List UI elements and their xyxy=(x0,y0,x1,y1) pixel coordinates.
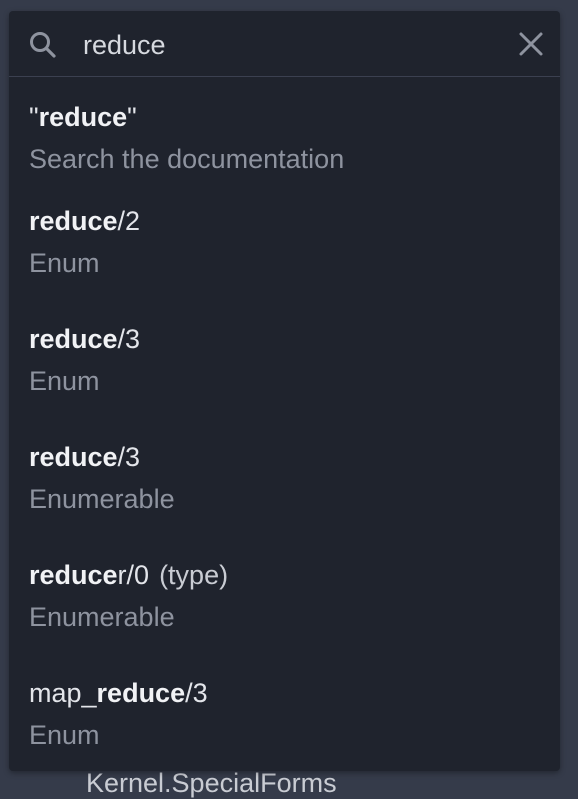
search-icon xyxy=(30,32,56,58)
result-match: reduce xyxy=(96,678,186,708)
result-subtitle: Search the documentation xyxy=(29,144,345,174)
result-title: reducer/0 (type) xyxy=(29,560,229,590)
result-subtitle: Enum xyxy=(29,366,100,396)
result-title: reduce/3 xyxy=(29,442,141,472)
result-subtitle: Enumerable xyxy=(29,484,175,514)
result-match: reduce xyxy=(29,560,118,590)
search-result-item[interactable]: map_reduce/3 Enum xyxy=(9,653,560,771)
result-subtitle: Enumerable xyxy=(29,602,175,632)
background-module-name: Kernel.SpecialForms xyxy=(86,768,337,798)
search-result-item[interactable]: reducer/0 (type) Enumerable xyxy=(9,535,560,653)
result-type-tag: (type) xyxy=(159,560,229,590)
close-icon[interactable] xyxy=(518,31,544,57)
result-title: reduce/2 xyxy=(29,206,141,236)
search-result-item[interactable]: reduce/2 Enum xyxy=(9,181,560,299)
result-subtitle: Enum xyxy=(29,248,100,278)
result-subtitle: Enum xyxy=(29,720,100,750)
result-title: "reduce" xyxy=(29,102,137,132)
search-results-list: "reduce" Search the documentation reduce… xyxy=(9,77,560,771)
search-result-item[interactable]: reduce/3 Enumerable xyxy=(9,417,560,535)
result-match: reduce xyxy=(38,102,128,132)
result-match: reduce xyxy=(29,206,118,236)
result-match: reduce xyxy=(29,324,118,354)
result-title: reduce/3 xyxy=(29,324,141,354)
search-bar xyxy=(9,11,560,77)
search-result-item[interactable]: "reduce" Search the documentation xyxy=(9,77,560,181)
result-match: reduce xyxy=(29,442,118,472)
result-title: map_reduce/3 xyxy=(29,678,208,708)
search-result-item[interactable]: reduce/3 Enum xyxy=(9,299,560,417)
search-panel: "reduce" Search the documentation reduce… xyxy=(9,11,560,771)
search-input[interactable] xyxy=(83,25,503,65)
